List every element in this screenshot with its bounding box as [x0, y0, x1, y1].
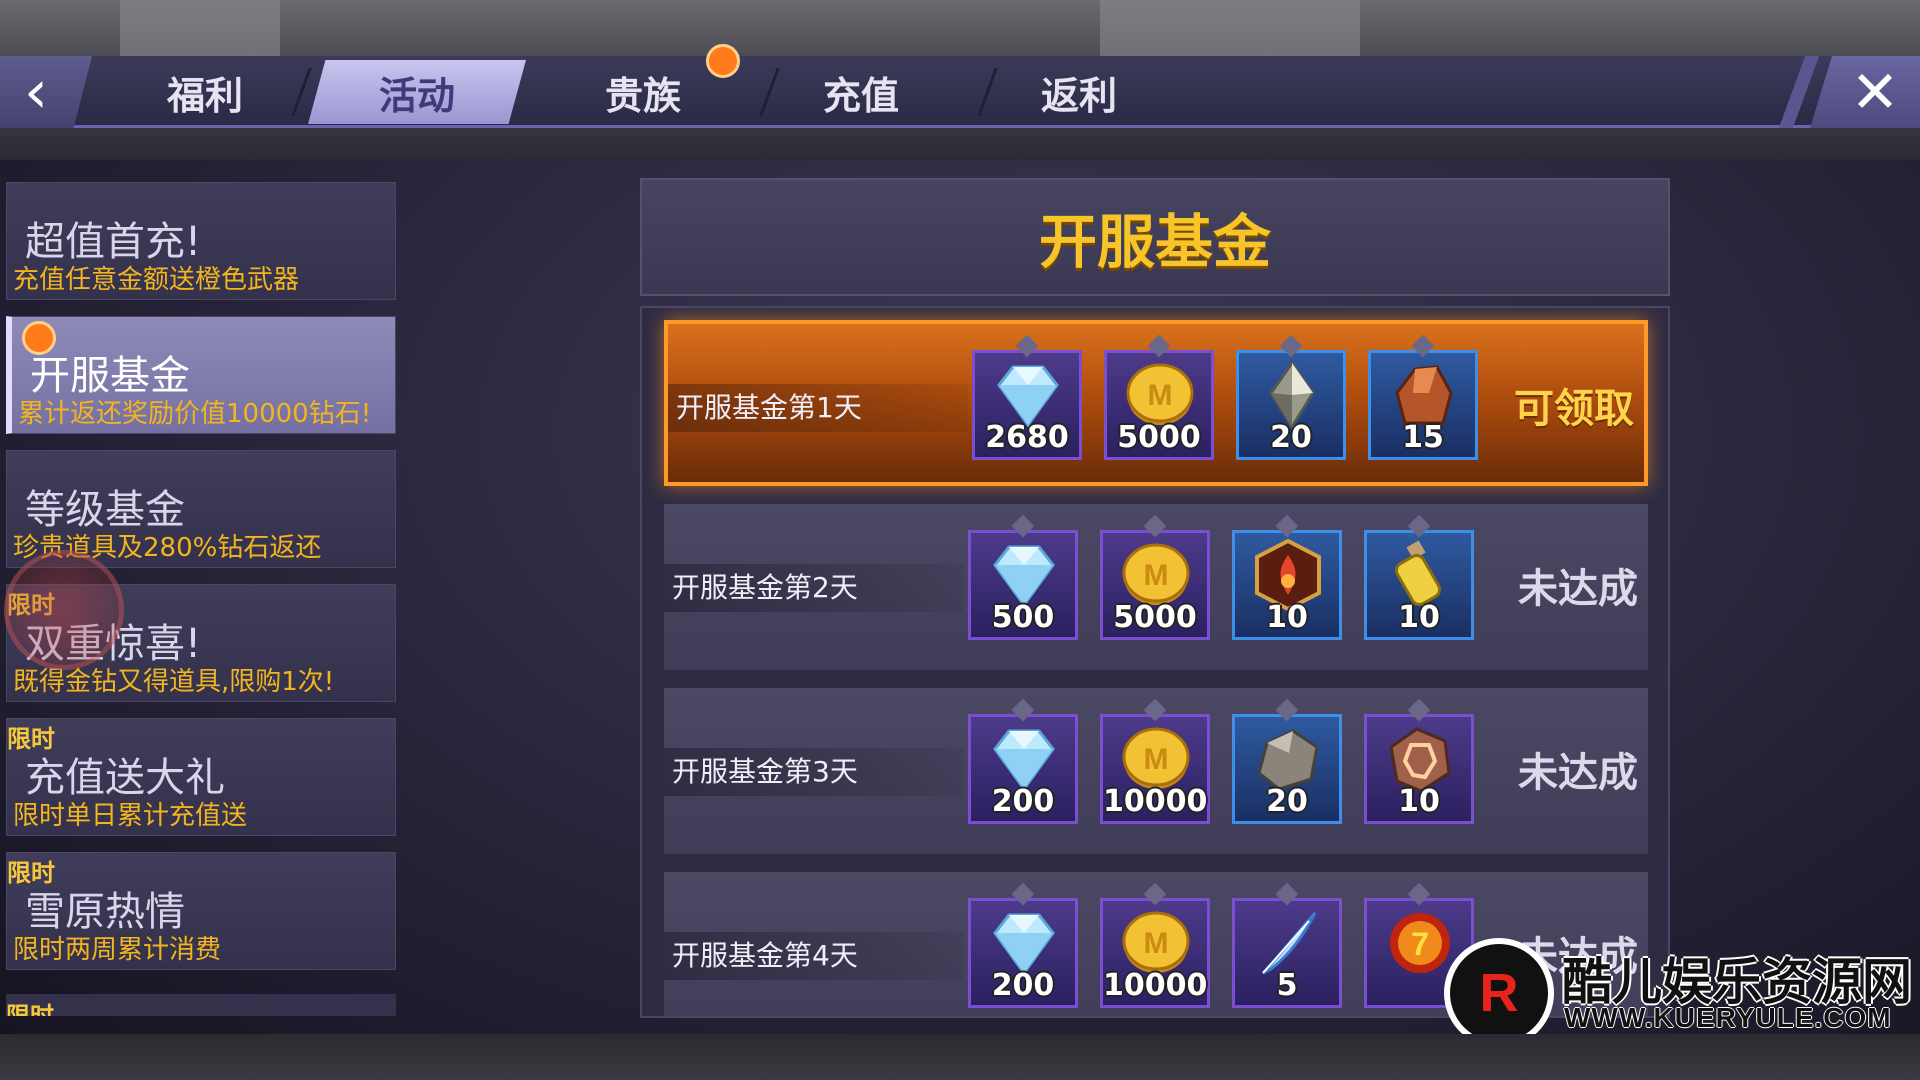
tab-label: 福利 [166, 73, 243, 118]
reward-row[interactable]: 开服基金第3天 200 M 10000 20 10 未达成 [664, 688, 1648, 854]
sidebar-item-subtitle: 限时单日累计充值送 [13, 801, 248, 831]
reward-item[interactable]: 20 [1236, 350, 1346, 460]
reward-item[interactable]: 10 [1364, 714, 1474, 824]
reward-count: 20 [1266, 784, 1308, 819]
reward-item[interactable]: 20 [1232, 714, 1342, 824]
reward-item[interactable]: 200 [968, 898, 1078, 1008]
reward-item[interactable]: M 5000 [1100, 530, 1210, 640]
sidebar-item-partial[interactable]: 限时 [6, 994, 396, 1016]
top-tab-bar: ‹ 福利 活动 贵族 充值 返利 ✕ [0, 56, 1920, 128]
back-arrow-icon: ‹ [24, 57, 48, 127]
tab-label: 返利 [1040, 73, 1117, 118]
svg-text:M: M [1144, 927, 1169, 960]
tab-label: 活动 [378, 73, 455, 118]
reward-count: 5 [1276, 968, 1298, 1003]
panel-title: 开服基金 [1038, 208, 1271, 276]
reward-row[interactable]: 开服基金第1天 2680 M 5000 20 15 可领取 [664, 320, 1648, 486]
site-logo-letter: R [1479, 963, 1519, 1023]
reward-item[interactable]: 200 [968, 714, 1078, 824]
back-button[interactable]: ‹ [0, 56, 92, 128]
reward-count: 5000 [1113, 600, 1197, 635]
sidebar-item-snowfield[interactable]: 限时 雪原热情 限时两周累计消费 [6, 852, 396, 970]
reward-row[interactable]: 开服基金第2天 500 M 5000 10 10 未达成 [664, 504, 1648, 670]
reward-count: 10000 [1103, 968, 1208, 1003]
reward-count: 20 [1270, 420, 1312, 455]
svg-text:M: M [1148, 379, 1173, 412]
close-icon: ✕ [1850, 58, 1900, 126]
site-watermark-url: WWW.KUERYULE.COM [1564, 1002, 1892, 1033]
reward-item[interactable]: M 5000 [1104, 350, 1214, 460]
fund-reward-list[interactable]: 开服基金第1天 2680 M 5000 20 15 可领取开服基金第2天 500 M 5000 10… [640, 306, 1670, 1018]
reward-count: 10 [1398, 600, 1440, 635]
reward-count: 2680 [985, 420, 1069, 455]
reward-item[interactable]: 10 [1364, 530, 1474, 640]
svg-text:M: M [1144, 559, 1169, 592]
sidebar-item-first-recharge[interactable]: 超值首充! 充值任意金额送橙色武器 [6, 182, 396, 300]
sidebar-item-subtitle: 累计返还奖励价值10000钻石! [18, 399, 372, 429]
panel-header: 开服基金 [640, 178, 1670, 296]
reward-item[interactable]: M 10000 [1100, 898, 1210, 1008]
bottom-strip [0, 1034, 1920, 1080]
reward-item[interactable]: 10 [1232, 530, 1342, 640]
reward-count: 10 [1398, 784, 1440, 819]
notification-dot [706, 44, 740, 78]
sidebar-item-subtitle: 限时两周累计消费 [13, 935, 222, 965]
svg-text:M: M [1144, 743, 1169, 776]
limited-time-tag: 限时 [6, 1002, 54, 1016]
tab-welfare[interactable]: 福利 [96, 60, 314, 124]
reward-row-label: 开服基金第2天 [664, 564, 964, 612]
tab-activity[interactable]: 活动 [308, 60, 526, 124]
reward-item[interactable]: 5 [1232, 898, 1342, 1008]
tab-label: 贵族 [604, 73, 681, 118]
reward-row-label: 开服基金第4天 [664, 932, 964, 980]
reward-item[interactable]: 2680 [972, 350, 1082, 460]
scene-beam [1100, 0, 1360, 60]
status-label: 未达成 [1518, 750, 1638, 796]
status-label: 未达成 [1518, 566, 1638, 612]
reward-row-label: 开服基金第1天 [668, 384, 968, 432]
watermark-emblem [4, 550, 124, 670]
reward-count: 200 [991, 784, 1055, 819]
fire-orb-icon: 7 [1381, 907, 1459, 979]
reward-count: 15 [1402, 420, 1444, 455]
reward-item[interactable]: 15 [1368, 350, 1478, 460]
reward-count: 500 [991, 600, 1055, 635]
tab-label: 充值 [822, 73, 899, 118]
decorative-stripe [1778, 56, 1820, 128]
scene-beam [120, 0, 280, 60]
close-button[interactable]: ✕ [1810, 56, 1920, 128]
reward-item[interactable]: 500 [968, 530, 1078, 640]
reward-count: 200 [991, 968, 1055, 1003]
svg-text:7: 7 [1411, 926, 1429, 962]
sidebar-item-server-fund[interactable]: 开服基金 累计返还奖励价值10000钻石! [6, 316, 396, 434]
reward-item[interactable]: M 10000 [1100, 714, 1210, 824]
reward-count: 10000 [1103, 784, 1208, 819]
reward-count: 10 [1266, 600, 1308, 635]
sidebar-item-recharge-gift[interactable]: 限时 充值送大礼 限时单日累计充值送 [6, 718, 396, 836]
site-logo: R [1444, 938, 1554, 1048]
tab-recharge[interactable]: 充值 [752, 60, 970, 124]
tab-rebate[interactable]: 返利 [970, 60, 1188, 124]
claim-button[interactable]: 可领取 [1494, 376, 1634, 434]
reward-count: 5000 [1117, 420, 1201, 455]
sidebar-item-subtitle: 充值任意金额送橙色武器 [13, 265, 300, 295]
reward-row-label: 开服基金第3天 [664, 748, 964, 796]
